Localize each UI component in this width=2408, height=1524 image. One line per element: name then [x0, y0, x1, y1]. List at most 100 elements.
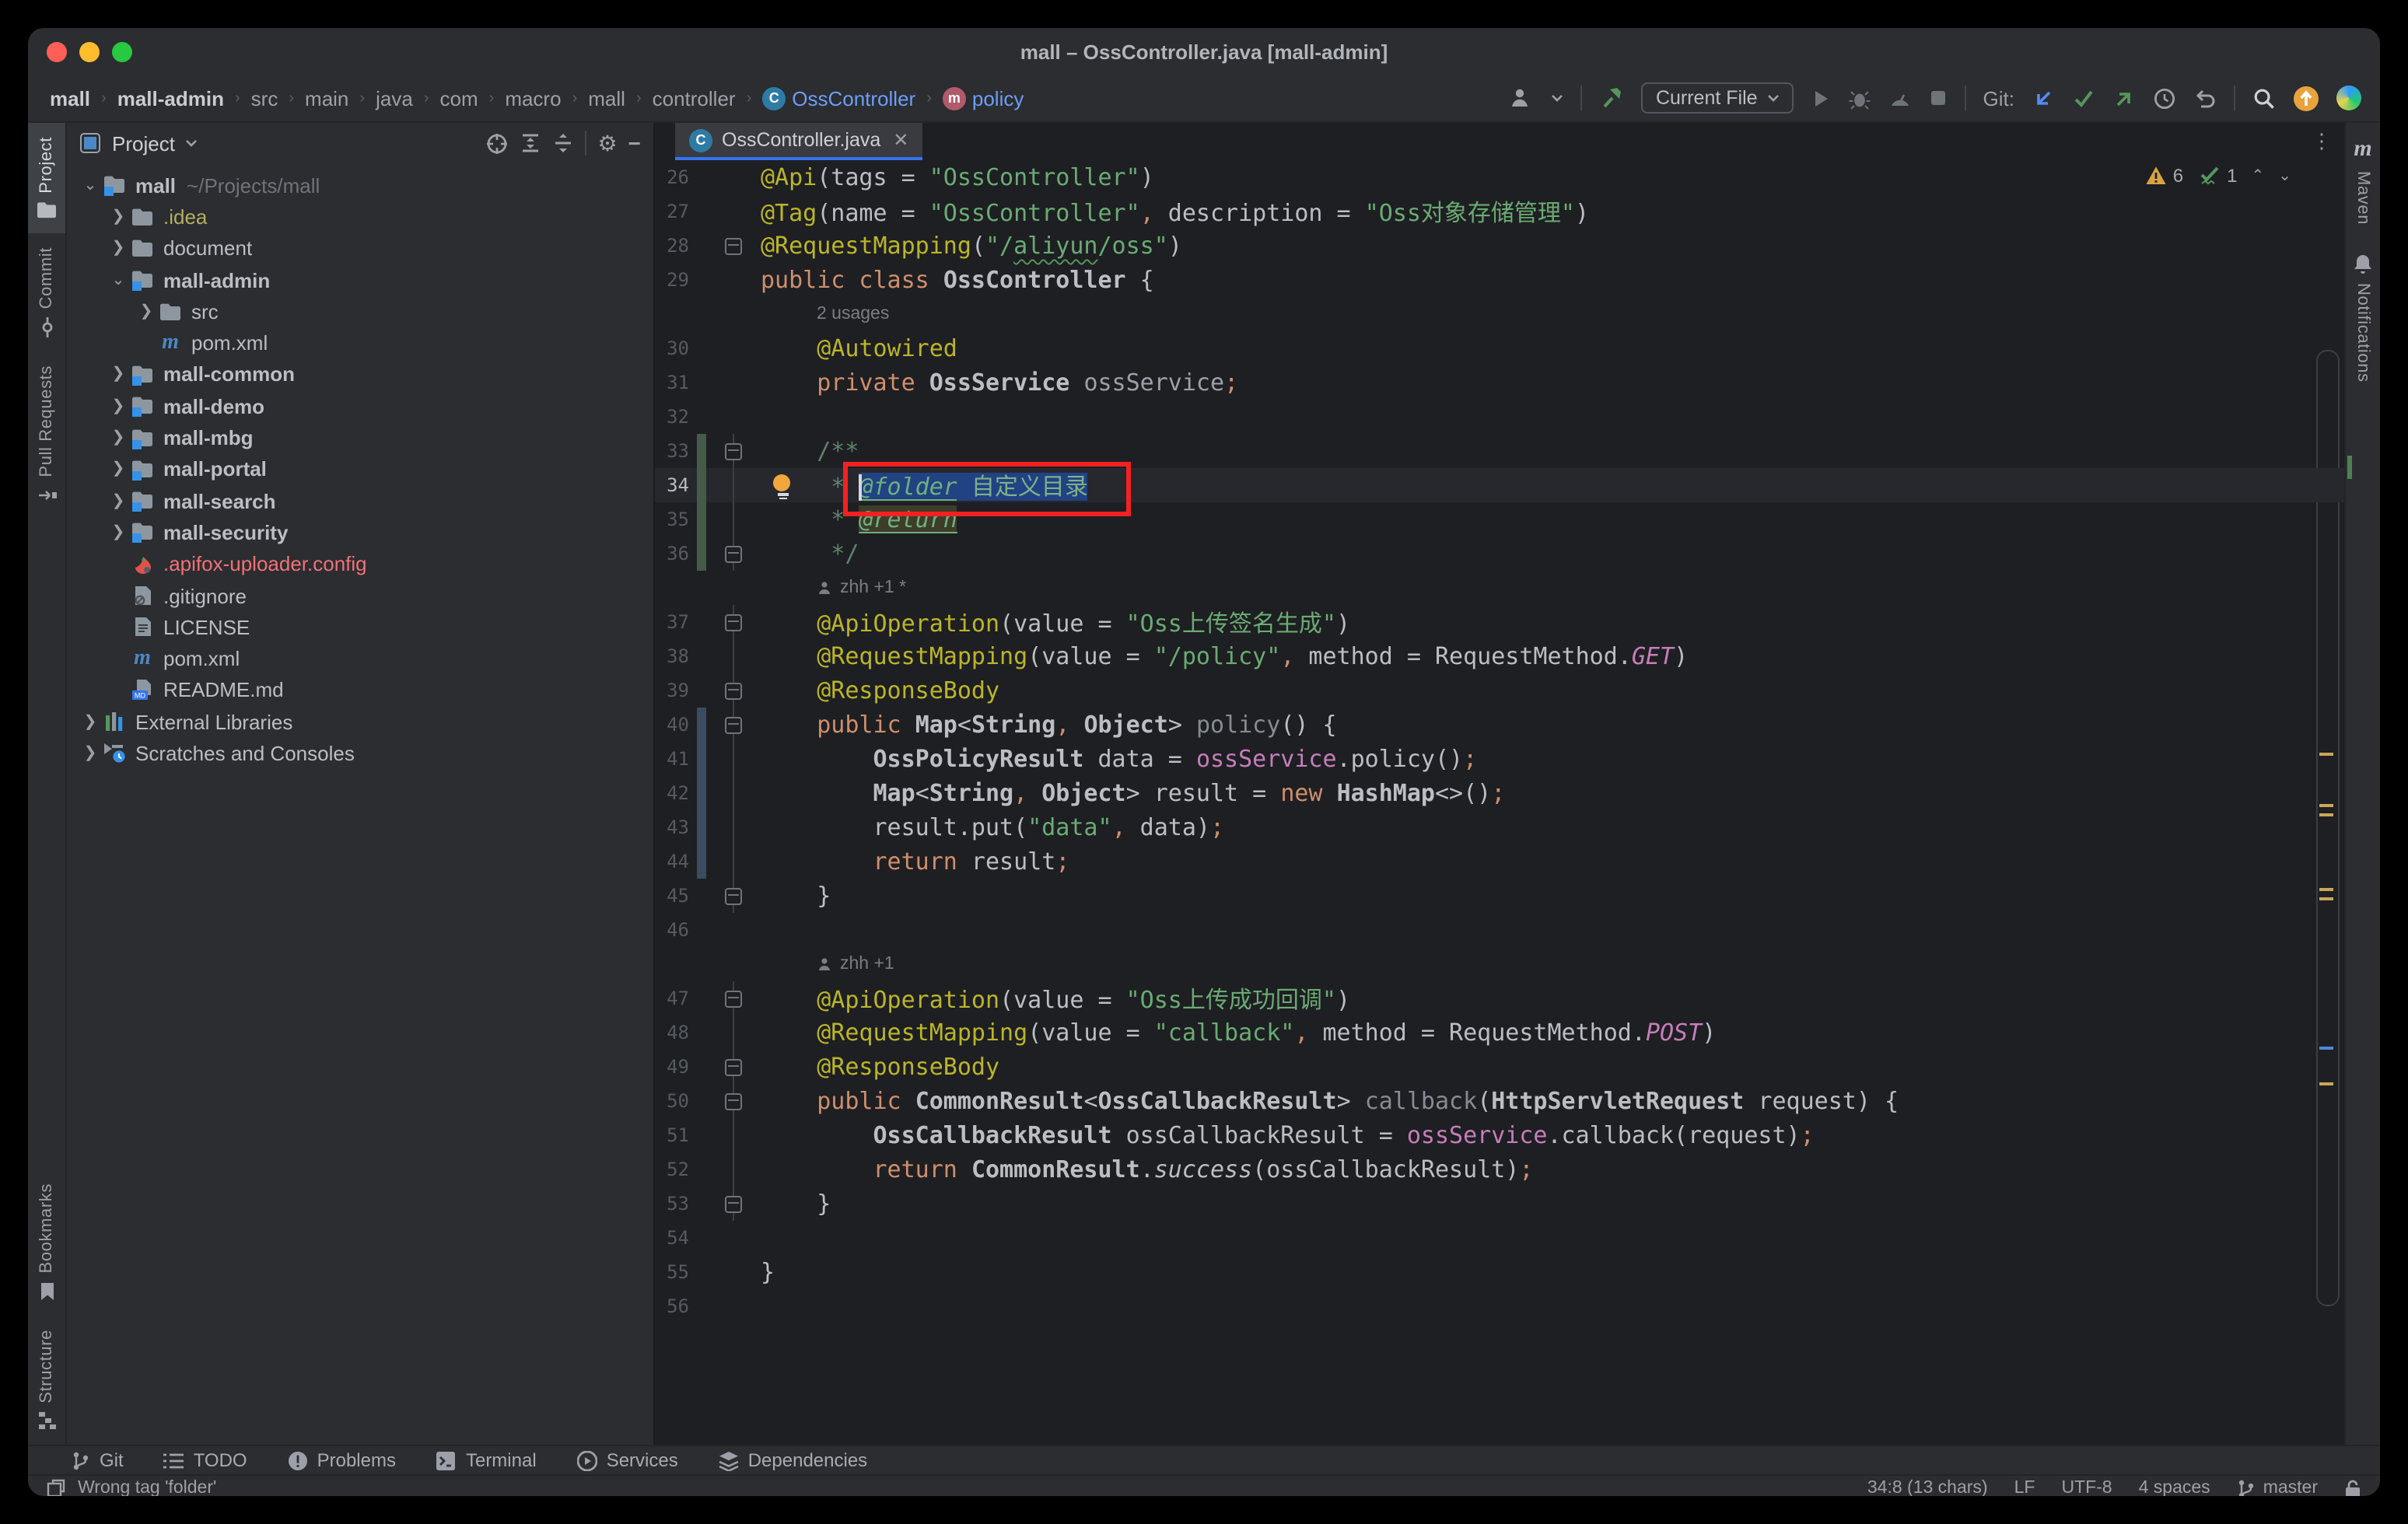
fold-down-icon[interactable] [725, 717, 742, 734]
breadcrumb-item-main[interactable]: main [305, 86, 348, 110]
bottom-tool-terminal[interactable]: Terminal [436, 1449, 537, 1471]
chevron-right-icon[interactable]: ❯ [79, 745, 101, 762]
tool-stripe-item-pull-requests[interactable]: Pull Requests [28, 351, 65, 519]
tool-stripe-item-project[interactable]: Project [28, 123, 65, 234]
stop-icon[interactable] [1929, 89, 1948, 107]
code-line-48[interactable]: 48 @RequestMapping(value = "callback", m… [655, 1015, 2344, 1050]
fold-down-icon[interactable] [725, 1093, 742, 1110]
caret-position[interactable]: 34:8 (13 chars) [1867, 1479, 1988, 1496]
collapse-all-icon[interactable] [553, 132, 575, 154]
tree-item-mall-portal[interactable]: ❯mall-portal [67, 453, 653, 485]
fold-up-icon[interactable] [725, 1196, 742, 1213]
fold-up-icon[interactable] [725, 546, 742, 563]
tree-item--gitignore[interactable]: .gitignore [67, 580, 653, 612]
profiler-icon[interactable] [1888, 86, 1912, 110]
fold-up-icon[interactable] [725, 238, 742, 255]
inline-hint[interactable]: zhh +1 * [655, 571, 2344, 605]
chevron-right-icon[interactable]: ❯ [107, 397, 129, 414]
code-line-56[interactable]: 56 [655, 1289, 2344, 1323]
breadcrumb-item-policy[interactable]: mpolicy [943, 86, 1024, 110]
tree-item-external-libraries[interactable]: ❯External Libraries [67, 706, 653, 738]
tab-osscontroller-java[interactable]: C OssController.java ✕ [675, 123, 922, 160]
tree-item-readme-md[interactable]: MDREADME.md [67, 675, 653, 707]
warning-stripe-mark[interactable] [2319, 897, 2333, 900]
tree-item-pom-xml[interactable]: mpom.xml [67, 643, 653, 675]
history-icon[interactable] [2153, 86, 2176, 110]
build-icon[interactable] [1600, 86, 1625, 110]
code-line-53[interactable]: 53 } [655, 1187, 2344, 1221]
warning-stripe-mark[interactable] [2319, 804, 2333, 807]
fold-down-icon[interactable] [725, 443, 742, 460]
file-encoding[interactable]: UTF-8 [2061, 1479, 2112, 1496]
breadcrumb-item-osscontroller[interactable]: COssController [762, 86, 915, 110]
bottom-tool-services[interactable]: Services [577, 1449, 678, 1471]
code-line-47[interactable]: 47 @ApiOperation(value = "Oss上传成功回调") [655, 981, 2344, 1015]
chevron-right-icon[interactable]: ❯ [107, 429, 129, 446]
next-problem-icon[interactable]: ⌄ [2278, 167, 2291, 184]
fold-up-icon[interactable] [725, 683, 742, 700]
line-ending[interactable]: LF [2014, 1479, 2035, 1496]
tree-item-mall-admin[interactable]: ⌄mall-admin [67, 264, 653, 296]
git-commit-icon[interactable] [2072, 86, 2095, 110]
code-line-36[interactable]: 36 */ [655, 537, 2344, 571]
code-line-43[interactable]: 43 result.put("data", data); [655, 810, 2344, 844]
tree-item-mall-search[interactable]: ❯mall-search [67, 485, 653, 517]
chevron-right-icon[interactable]: ❯ [107, 366, 129, 383]
bottom-tool-git[interactable]: Git [72, 1449, 124, 1471]
code-line-50[interactable]: 50 public CommonResult<OssCallbackResult… [655, 1084, 2344, 1118]
code-line-28[interactable]: 28@RequestMapping("/aliyun/oss") [655, 229, 2344, 263]
tree-item--apifox-uploader-config[interactable]: .apifox-uploader.config [67, 548, 653, 580]
tool-stripe-item-structure[interactable]: Structure [28, 1315, 65, 1445]
code-line-55[interactable]: 55} [655, 1255, 2344, 1289]
close-window-button[interactable] [47, 42, 67, 62]
warning-stripe-mark[interactable] [2319, 888, 2333, 891]
code-line-26[interactable]: 26@Api(tags = "OssController") [655, 160, 2344, 194]
code-line-40[interactable]: 40 public Map<String, Object> policy() { [655, 708, 2344, 742]
chevron-down-icon[interactable] [1552, 92, 1564, 104]
fold-up-icon[interactable] [725, 888, 742, 905]
indent-setting[interactable]: 4 spaces [2139, 1479, 2210, 1496]
inline-hint[interactable]: 2 usages [655, 297, 2344, 331]
code-line-39[interactable]: 39 @ResponseBody [655, 673, 2344, 708]
chevron-down-icon[interactable]: ⌄ [107, 271, 129, 288]
bottom-tool-dependencies[interactable]: Dependencies [719, 1449, 867, 1471]
tool-stripe-item-commit[interactable]: Commit [28, 234, 65, 351]
chevron-down-icon[interactable] [186, 137, 198, 149]
tool-stripe-item-maven[interactable]: mMaven [2346, 123, 2380, 239]
debug-icon[interactable] [1848, 86, 1871, 110]
warning-stripe-mark[interactable] [2319, 813, 2333, 816]
hide-panel-icon[interactable]: − [628, 131, 641, 156]
breadcrumb-item-com[interactable]: com [440, 86, 478, 110]
bottom-tool-problems[interactable]: Problems [288, 1449, 396, 1471]
fold-up-icon[interactable] [725, 1059, 742, 1076]
chevron-right-icon[interactable]: ❯ [107, 492, 129, 509]
breadcrumb-item-mall[interactable]: mall [588, 86, 625, 110]
code-line-37[interactable]: 37 @ApiOperation(value = "Oss上传签名生成") [655, 605, 2344, 639]
gear-icon[interactable]: ⚙ [598, 130, 618, 156]
inspection-widget[interactable]: 6 1 ⌃ ⌄ [2145, 165, 2291, 187]
code-with-me-icon[interactable] [2336, 86, 2361, 110]
inline-hint[interactable]: zhh +1 [655, 947, 2344, 981]
expand-all-icon[interactable] [520, 132, 542, 154]
git-branch[interactable]: master [2237, 1478, 2318, 1496]
tool-stripe-item-notifications[interactable]: Notifications [2346, 239, 2380, 396]
user-icon[interactable] [1510, 86, 1535, 110]
search-icon[interactable] [2252, 86, 2276, 110]
chevron-right-icon[interactable]: ❯ [107, 208, 129, 225]
breadcrumb-item-macro[interactable]: macro [505, 86, 561, 110]
tool-stripe-item-bookmarks[interactable]: Bookmarks [28, 1169, 65, 1315]
chevron-right-icon[interactable]: ❯ [79, 713, 101, 730]
tree-item-license[interactable]: LICENSE [67, 611, 653, 643]
code-line-52[interactable]: 52 return CommonResult.success(ossCallba… [655, 1152, 2344, 1187]
code-line-41[interactable]: 41 OssPolicyResult data = ossService.pol… [655, 742, 2344, 776]
code-line-38[interactable]: 38 @RequestMapping(value = "/policy", me… [655, 639, 2344, 673]
code-line-46[interactable]: 46 [655, 913, 2344, 947]
code-line-31[interactable]: 31 private OssService ossService; [655, 365, 2344, 400]
info-stripe-mark[interactable] [2319, 1047, 2333, 1050]
warning-stripe-mark[interactable] [2319, 753, 2333, 756]
code-editor[interactable]: 6 1 ⌃ ⌄ 26@Api(tags = "OssController")27… [655, 160, 2344, 1445]
tree-item-mall-common[interactable]: ❯mall-common [67, 359, 653, 391]
tree-item-src[interactable]: ❯src [67, 295, 653, 327]
chevron-right-icon[interactable]: ❯ [107, 239, 129, 257]
editor-options-icon[interactable]: ⋮ [2312, 129, 2332, 154]
